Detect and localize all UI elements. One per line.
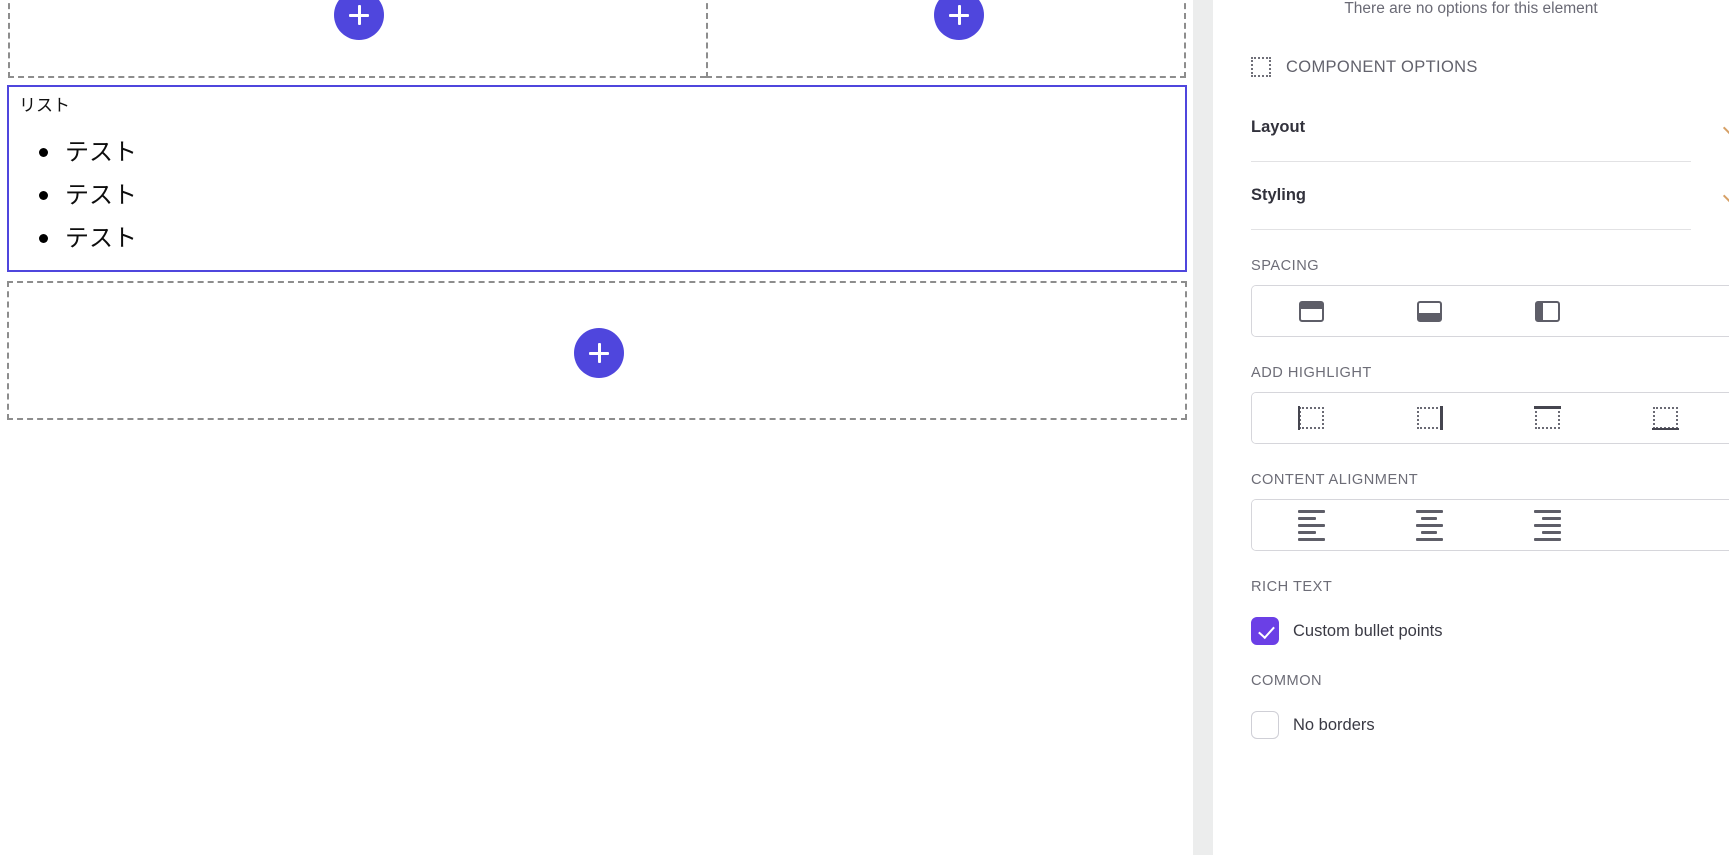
list-item-text: テスト	[65, 138, 137, 166]
list-item-text: テスト	[65, 224, 137, 252]
add-highlight-option-strip	[1251, 392, 1729, 444]
selected-rich-text-component[interactable]: リスト テスト テスト テスト	[7, 85, 1187, 272]
list-item: テスト	[39, 131, 1185, 174]
plus-icon	[949, 5, 969, 25]
chevron-down-icon	[1722, 120, 1729, 135]
add-element-button-top-left[interactable]	[334, 0, 384, 40]
bullet-list: テスト テスト テスト	[19, 131, 1185, 260]
align-left-icon	[1297, 509, 1325, 541]
top-drop-row	[8, 0, 1186, 78]
highlight-left-button[interactable]	[1252, 393, 1370, 443]
add-element-button-lower[interactable]	[574, 328, 624, 378]
accordion-styling-label: Styling	[1251, 186, 1307, 204]
spacing-bottom-button[interactable]	[1370, 286, 1488, 336]
component-options-header: COMPONENT OPTIONS	[1251, 57, 1691, 77]
highlight-left-icon	[1297, 406, 1324, 430]
highlight-right-button[interactable]	[1370, 393, 1488, 443]
component-frame-icon	[1251, 57, 1271, 77]
spacing-left-icon	[1534, 300, 1560, 322]
no-options-message: There are no options for this element	[1344, 0, 1598, 17]
align-right-icon	[1533, 509, 1561, 541]
spacing-top-button[interactable]	[1252, 286, 1370, 336]
common-group-label: COMMON	[1251, 673, 1323, 689]
drop-zone-lower[interactable]	[7, 281, 1187, 420]
align-left-button[interactable]	[1252, 500, 1370, 550]
component-options-title: COMPONENT OPTIONS	[1286, 57, 1478, 76]
highlight-top-button[interactable]	[1488, 393, 1606, 443]
accordion-layout-label: Layout	[1251, 118, 1306, 136]
no-borders-checkbox[interactable]	[1251, 711, 1279, 739]
drop-column-right[interactable]	[706, 0, 1186, 78]
editor-root: リスト テスト テスト テスト There are no options for…	[0, 0, 1729, 855]
custom-bullet-points-checkbox[interactable]	[1251, 617, 1279, 645]
options-panel: There are no options for this element CO…	[1213, 0, 1729, 855]
component-title: リスト	[19, 96, 70, 116]
align-center-button[interactable]	[1370, 500, 1488, 550]
spacing-extra-button-2[interactable]	[1724, 286, 1729, 336]
spacing-extra-button[interactable]	[1606, 286, 1724, 336]
highlight-top-icon	[1533, 406, 1561, 429]
highlight-bottom-icon	[1651, 407, 1679, 430]
highlight-extra-button[interactable]	[1724, 393, 1729, 443]
spacing-bottom-icon	[1416, 300, 1442, 322]
add-element-button-top-right[interactable]	[934, 0, 984, 40]
list-item: テスト	[39, 217, 1185, 260]
highlight-bottom-button[interactable]	[1606, 393, 1724, 443]
accordion-layout[interactable]: Layout	[1251, 94, 1729, 162]
custom-bullet-points-label: Custom bullet points	[1293, 621, 1443, 640]
chevron-down-icon	[1722, 188, 1729, 203]
no-borders-label: No borders	[1293, 715, 1375, 734]
plus-icon	[589, 343, 609, 363]
content-alignment-group-label: CONTENT ALIGNMENT	[1251, 472, 1419, 488]
align-center-icon	[1415, 509, 1443, 541]
spacing-option-strip	[1251, 285, 1729, 337]
align-extra-button[interactable]	[1606, 500, 1724, 550]
bullet-dot-icon	[39, 234, 48, 243]
rich-text-group-label: RICH TEXT	[1251, 579, 1333, 595]
page-canvas: リスト テスト テスト テスト	[0, 0, 1193, 855]
canvas-panel-gutter	[1193, 0, 1213, 855]
accordion-styling[interactable]: Styling	[1251, 162, 1729, 230]
no-borders-row[interactable]: No borders	[1251, 711, 1691, 739]
spacing-left-button[interactable]	[1488, 286, 1606, 336]
add-highlight-group-label: ADD HIGHLIGHT	[1251, 365, 1372, 381]
bullet-dot-icon	[39, 148, 48, 157]
spacing-group-label: SPACING	[1251, 258, 1320, 274]
align-extra-button-2[interactable]	[1724, 500, 1729, 550]
list-item-text: テスト	[65, 181, 137, 209]
custom-bullet-points-row[interactable]: Custom bullet points	[1251, 617, 1691, 645]
list-item: テスト	[39, 174, 1185, 217]
spacing-top-icon	[1298, 300, 1324, 322]
bullet-dot-icon	[39, 191, 48, 200]
drop-column-left[interactable]	[8, 0, 706, 78]
highlight-right-icon	[1416, 406, 1443, 430]
content-alignment-option-strip	[1251, 499, 1729, 551]
plus-icon	[349, 5, 369, 25]
align-right-button[interactable]	[1488, 500, 1606, 550]
